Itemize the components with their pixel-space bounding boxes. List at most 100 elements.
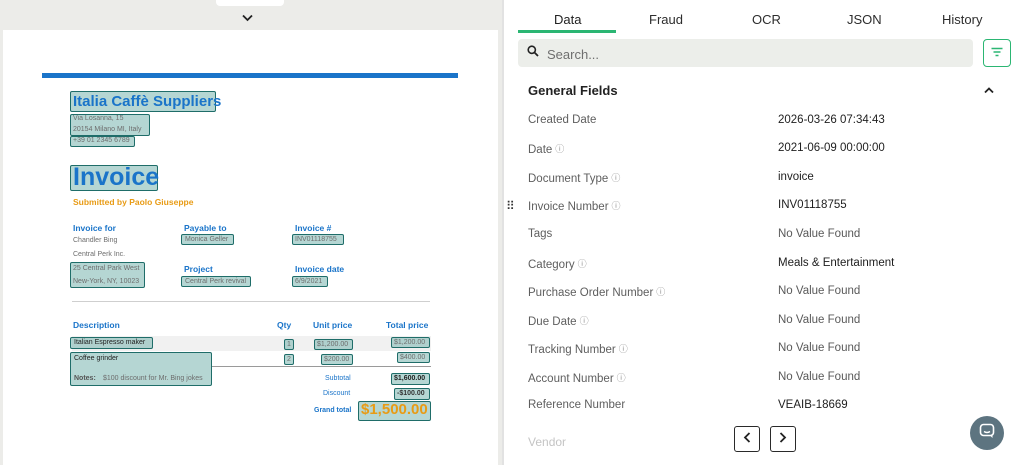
submitted-by: Submitted by Paolo Giuseppe bbox=[73, 197, 194, 207]
subtotal-label: Subtotal bbox=[325, 375, 351, 382]
field-row-due-date: Due Date ⓘ No Value Found bbox=[528, 314, 1008, 334]
info-icon[interactable]: ⓘ bbox=[578, 257, 587, 270]
preview-toggle-tab[interactable] bbox=[216, 0, 284, 6]
field-row-invoice-number: Invoice Number ⓘ INV01118755 bbox=[528, 199, 1008, 219]
item-2-description: Coffee grinder bbox=[74, 355, 119, 362]
tab-history[interactable]: History bbox=[942, 12, 982, 27]
invoice-for-address2: New-York, NY, 10023 bbox=[73, 278, 140, 285]
chevron-up-icon[interactable] bbox=[984, 85, 994, 97]
chevron-right-icon bbox=[779, 430, 787, 448]
company-name: Italia Caffè Suppliers bbox=[73, 93, 222, 110]
field-value[interactable]: invoice bbox=[778, 171, 814, 183]
field-label: Invoice Number ⓘ bbox=[528, 199, 621, 213]
active-tab-indicator bbox=[518, 30, 616, 33]
field-label: Category ⓘ bbox=[528, 257, 587, 271]
project-label: Project bbox=[184, 264, 213, 274]
invoice-for-name: Chandler Bing bbox=[73, 237, 118, 244]
filter-button[interactable] bbox=[983, 39, 1011, 67]
field-value[interactable]: No Value Found bbox=[778, 342, 860, 354]
field-value[interactable]: No Value Found bbox=[778, 314, 860, 326]
info-icon[interactable]: ⓘ bbox=[619, 342, 628, 355]
payable-to-label: Payable to bbox=[184, 223, 227, 233]
info-icon[interactable]: ⓘ bbox=[555, 142, 564, 155]
next-button[interactable] bbox=[770, 426, 796, 452]
search-icon bbox=[527, 45, 539, 60]
payable-to-value: Monica Geller bbox=[185, 236, 229, 243]
field-row-document-type: Document Type ⓘ invoice bbox=[528, 171, 1008, 191]
item-2-unit-price: $200.00 bbox=[324, 356, 350, 363]
invoice-date-label: Invoice date bbox=[295, 264, 345, 274]
info-icon[interactable]: ⓘ bbox=[612, 199, 621, 212]
info-icon[interactable]: ⓘ bbox=[656, 285, 665, 298]
field-value[interactable]: INV01118755 bbox=[778, 199, 847, 211]
invoice-title: Invoice bbox=[73, 163, 160, 191]
item-1-total-price: $1,200.00 bbox=[394, 339, 426, 346]
item-1-unit-price: $1,200.00 bbox=[317, 341, 349, 348]
invoice-header-bar bbox=[42, 73, 458, 78]
invoice-for-company: Central Perk Inc. bbox=[73, 251, 126, 258]
tab-json[interactable]: JSON bbox=[847, 12, 882, 27]
previous-button[interactable] bbox=[734, 426, 760, 452]
grand-total-label: Grand total bbox=[314, 407, 352, 414]
invoice-document: Italia Caffè Suppliers Via Losanna, 15 2… bbox=[3, 30, 498, 465]
field-label: Created Date bbox=[528, 114, 597, 126]
company-address-line1: Via Losanna, 15 bbox=[73, 115, 124, 122]
search-bar bbox=[518, 39, 973, 67]
grand-total-value: $1,500.00 bbox=[361, 401, 428, 418]
field-label: Reference Number bbox=[528, 399, 626, 411]
tab-bar: Data Fraud OCR JSON History bbox=[504, 0, 1024, 34]
invoice-date-value: 6/9/2021 bbox=[295, 278, 323, 285]
field-row-date: Date ⓘ 2021-06-09 00:00:00 bbox=[528, 142, 1008, 162]
document-preview-pane: Italia Caffè Suppliers Via Losanna, 15 2… bbox=[0, 0, 502, 465]
field-label: Tags bbox=[528, 228, 553, 240]
field-row-tags: Tags No Value Found bbox=[528, 228, 1008, 248]
invoice-for-label: Invoice for bbox=[73, 223, 116, 233]
field-value[interactable]: No Value Found bbox=[778, 228, 860, 240]
info-icon[interactable]: ⓘ bbox=[611, 171, 620, 184]
vendor-section-label: Vendor bbox=[528, 435, 567, 449]
item-2-qty: 2 bbox=[287, 356, 291, 363]
column-total-price: Total price bbox=[386, 320, 429, 330]
subtotal-value: $1,600.00 bbox=[394, 375, 426, 382]
field-value[interactable]: No Value Found bbox=[778, 285, 860, 297]
field-value[interactable]: 2021-06-09 00:00:00 bbox=[778, 142, 885, 154]
info-icon[interactable]: ⓘ bbox=[580, 314, 589, 327]
field-value[interactable]: Meals & Entertainment bbox=[778, 257, 894, 269]
field-value[interactable]: VEAIB-18669 bbox=[778, 399, 848, 411]
field-row-reference-number: Reference Number VEAIB-18669 bbox=[528, 399, 1008, 419]
invoice-number-label: Invoice # bbox=[295, 223, 332, 233]
field-label: Purchase Order Number ⓘ bbox=[528, 285, 666, 299]
field-label: Document Type ⓘ bbox=[528, 171, 621, 185]
invoice-number-value: INV01118755 bbox=[295, 236, 337, 243]
notes-label: Notes: bbox=[74, 375, 96, 382]
field-row-category: Category ⓘ Meals & Entertainment bbox=[528, 257, 1008, 277]
chat-support-button[interactable] bbox=[970, 416, 1004, 450]
field-value[interactable]: 2026-03-26 07:34:43 bbox=[778, 114, 885, 126]
chevron-left-icon bbox=[743, 430, 751, 448]
tab-fraud[interactable]: Fraud bbox=[649, 12, 683, 27]
notes-value: $100 discount for Mr. Bing jokes bbox=[103, 375, 203, 382]
tab-ocr[interactable]: OCR bbox=[752, 12, 781, 27]
section-title: General Fields bbox=[528, 83, 618, 98]
discount-value: -$100.00 bbox=[397, 390, 425, 397]
info-icon[interactable]: ⓘ bbox=[617, 371, 626, 384]
tab-data[interactable]: Data bbox=[554, 12, 581, 27]
field-value[interactable]: No Value Found bbox=[778, 371, 860, 383]
divider bbox=[72, 301, 430, 302]
field-row-tracking-number: Tracking Number ⓘ No Value Found bbox=[528, 342, 1008, 362]
extraction-panel: Data Fraud OCR JSON History General Fiel… bbox=[504, 0, 1024, 465]
field-row-purchase-order-number: Purchase Order Number ⓘ No Value Found bbox=[528, 285, 1008, 305]
project-value: Central Perk revival bbox=[185, 278, 247, 285]
item-2-total-price: $400.00 bbox=[400, 354, 426, 361]
field-label: Account Number ⓘ bbox=[528, 371, 626, 385]
company-address-line2: 20154 Milano MI, Italy bbox=[73, 126, 142, 133]
column-unit-price: Unit price bbox=[313, 320, 353, 330]
item-1-description: Italian Espresso maker bbox=[74, 339, 146, 346]
field-label: Date ⓘ bbox=[528, 142, 565, 156]
field-row-created-date: Created Date 2026-03-26 07:34:43 bbox=[528, 114, 1008, 134]
field-label: Due Date ⓘ bbox=[528, 314, 589, 328]
chevron-down-icon[interactable] bbox=[242, 11, 253, 25]
invoice-for-address1: 25 Central Park West bbox=[73, 265, 140, 272]
column-qty: Qty bbox=[277, 320, 292, 330]
search-input[interactable] bbox=[545, 43, 969, 65]
